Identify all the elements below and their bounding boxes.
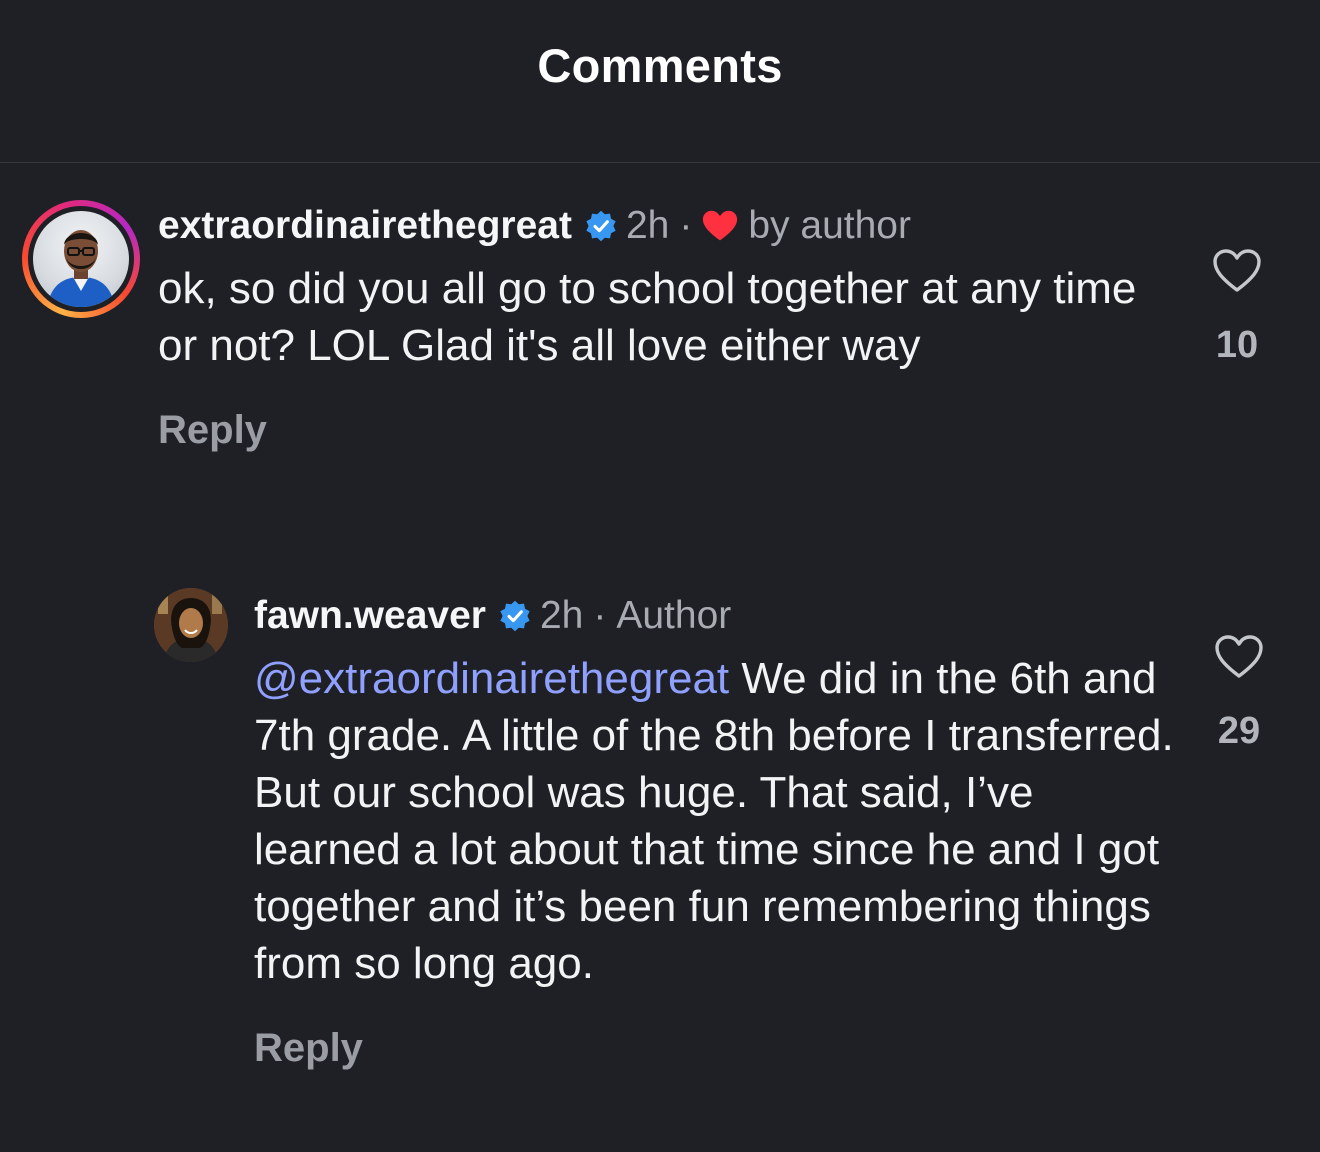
verified-badge-icon	[500, 600, 530, 632]
mention-link[interactable]: @extraordinairethegreat	[254, 654, 729, 703]
comments-sheet: Comments extraordinairethegreat 2h · by …	[0, 0, 1320, 1152]
separator-dot: ·	[679, 204, 693, 247]
heart-filled-icon	[703, 210, 738, 241]
comment-username[interactable]: extraordinairethegreat	[158, 204, 572, 248]
comment-timestamp: 2h	[625, 204, 670, 247]
reply-button[interactable]: Reply	[254, 1026, 1174, 1071]
page-title: Comments	[537, 38, 783, 92]
liked-by-author-label: by author	[748, 204, 911, 247]
comment-timestamp: 2h	[539, 594, 584, 637]
like-control: 10	[1192, 248, 1282, 367]
comment-meta: fawn.weaver 2h · Author	[254, 586, 1174, 646]
heart-outline-icon[interactable]	[1214, 634, 1264, 680]
avatar[interactable]	[22, 200, 140, 318]
profile-photo-icon	[33, 211, 129, 307]
profile-photo-icon	[154, 588, 228, 662]
author-label: Author	[616, 594, 732, 637]
heart-outline-icon[interactable]	[1212, 248, 1262, 294]
like-control: 29	[1194, 634, 1284, 753]
like-count: 29	[1217, 710, 1261, 752]
avatar[interactable]	[154, 588, 228, 662]
avatar-illustration	[47, 230, 115, 307]
verified-badge-icon	[586, 210, 616, 242]
comment-meta: extraordinairethegreat 2h · by author	[158, 196, 1158, 256]
reply-button[interactable]: Reply	[158, 408, 1158, 453]
separator-dot: ·	[593, 594, 607, 637]
comment-username[interactable]: fawn.weaver	[254, 594, 486, 638]
comment-text-body: We did in the 6th and 7th grade. A littl…	[254, 654, 1174, 988]
comment-text: @extraordinairethegreat We did in the 6t…	[254, 650, 1174, 992]
comments-header: Comments	[0, 0, 1320, 163]
like-count: 10	[1215, 324, 1259, 366]
comment-text: ok, so did you all go to school together…	[158, 264, 1137, 370]
